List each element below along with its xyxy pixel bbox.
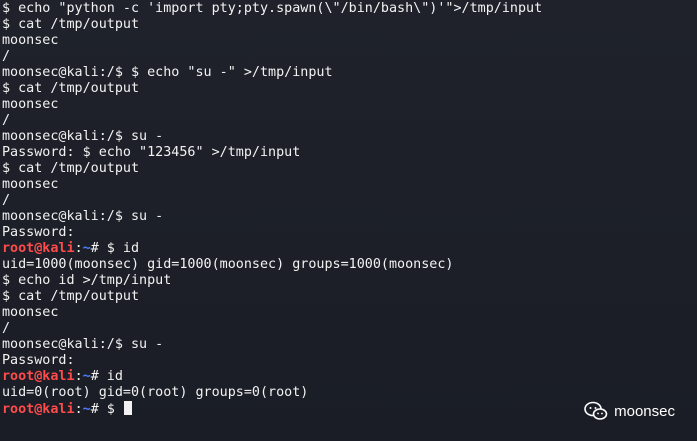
output-text: moonsec xyxy=(2,97,59,112)
prompt-user: root@kali xyxy=(2,369,75,384)
output-text: moonsec@kali:/$ su - xyxy=(2,209,164,224)
terminal-line: uid=1000(moonsec) gid=1000(moonsec) grou… xyxy=(2,257,697,273)
output-text: $ cat /tmp/output xyxy=(2,81,140,96)
output-text: / xyxy=(2,193,11,208)
output-text: / xyxy=(2,321,11,336)
output-text: / xyxy=(2,49,11,64)
terminal-line: / xyxy=(2,113,697,129)
output-text: Password: xyxy=(2,225,75,240)
watermark: moonsec xyxy=(584,401,675,421)
terminal-line: Password: $ echo "123456" >/tmp/input xyxy=(2,145,697,161)
terminal-line: $ cat /tmp/output xyxy=(2,81,697,97)
terminal-line: $ cat /tmp/output xyxy=(2,17,697,33)
output-text: uid=0(root) gid=0(root) groups=0(root) xyxy=(2,385,309,400)
terminal-line: root@kali:~# $ id xyxy=(2,241,697,257)
prompt-colon: : xyxy=(74,241,83,256)
terminal-line: $ cat /tmp/output xyxy=(2,161,697,177)
terminal-line: moonsec@kali:/$ $ echo "su -" >/tmp/inpu… xyxy=(2,65,697,81)
output-text: moonsec xyxy=(2,177,59,192)
command-text: # id xyxy=(90,369,123,384)
prompt-colon: : xyxy=(74,402,83,417)
output-text: moonsec@kali:/$ $ echo "su -" >/tmp/inpu… xyxy=(2,65,333,80)
terminal-line: / xyxy=(2,193,697,209)
terminal-line: $ echo "python -c 'import pty;pty.spawn(… xyxy=(2,1,697,17)
terminal-line: moonsec@kali:/$ su - xyxy=(2,209,697,225)
output-text: moonsec@kali:/$ su - xyxy=(2,129,164,144)
wechat-icon xyxy=(584,401,608,421)
terminal-line: moonsec xyxy=(2,177,697,193)
prompt-path: ~ xyxy=(82,241,91,256)
command-text: # $ id xyxy=(90,241,140,256)
prompt-path: ~ xyxy=(82,369,91,384)
terminal-output[interactable]: $ echo "python -c 'import pty;pty.spawn(… xyxy=(0,0,697,441)
output-text: $ echo id >/tmp/input xyxy=(2,273,172,288)
output-text: moonsec@kali:/$ su - xyxy=(2,337,164,352)
terminal-line: moonsec xyxy=(2,33,697,49)
terminal-line: Password: xyxy=(2,353,697,369)
output-text: $ cat /tmp/output xyxy=(2,161,140,176)
terminal-line: moonsec xyxy=(2,305,697,321)
output-text: $ echo "python -c 'import pty;pty.spawn(… xyxy=(2,1,543,16)
output-text: $ cat /tmp/output xyxy=(2,289,140,304)
terminal-line: moonsec xyxy=(2,97,697,113)
prompt-user: root@kali xyxy=(2,402,75,417)
output-text: uid=1000(moonsec) gid=1000(moonsec) grou… xyxy=(2,257,454,272)
text-cursor xyxy=(123,401,132,415)
output-text: moonsec xyxy=(2,33,59,48)
terminal-line: $ echo id >/tmp/input xyxy=(2,273,697,289)
prompt-path: ~ xyxy=(82,402,91,417)
command-text: # $ xyxy=(90,402,123,417)
watermark-label: moonsec xyxy=(614,402,675,420)
terminal-line: / xyxy=(2,49,697,65)
output-text: / xyxy=(2,113,11,128)
output-text: Password: xyxy=(2,353,75,368)
prompt-user: root@kali xyxy=(2,241,75,256)
terminal-line: / xyxy=(2,321,697,337)
terminal-line: moonsec@kali:/$ su - xyxy=(2,337,697,353)
terminal-line: moonsec@kali:/$ su - xyxy=(2,129,697,145)
output-text: $ cat /tmp/output xyxy=(2,17,140,32)
prompt-colon: : xyxy=(74,369,83,384)
terminal-line: root@kali:~# id xyxy=(2,369,697,385)
terminal-line: $ cat /tmp/output xyxy=(2,289,697,305)
output-text: Password: $ echo "123456" >/tmp/input xyxy=(2,145,301,160)
output-text: moonsec xyxy=(2,305,59,320)
terminal-line: uid=0(root) gid=0(root) groups=0(root) xyxy=(2,385,697,401)
terminal-line: Password: xyxy=(2,225,697,241)
